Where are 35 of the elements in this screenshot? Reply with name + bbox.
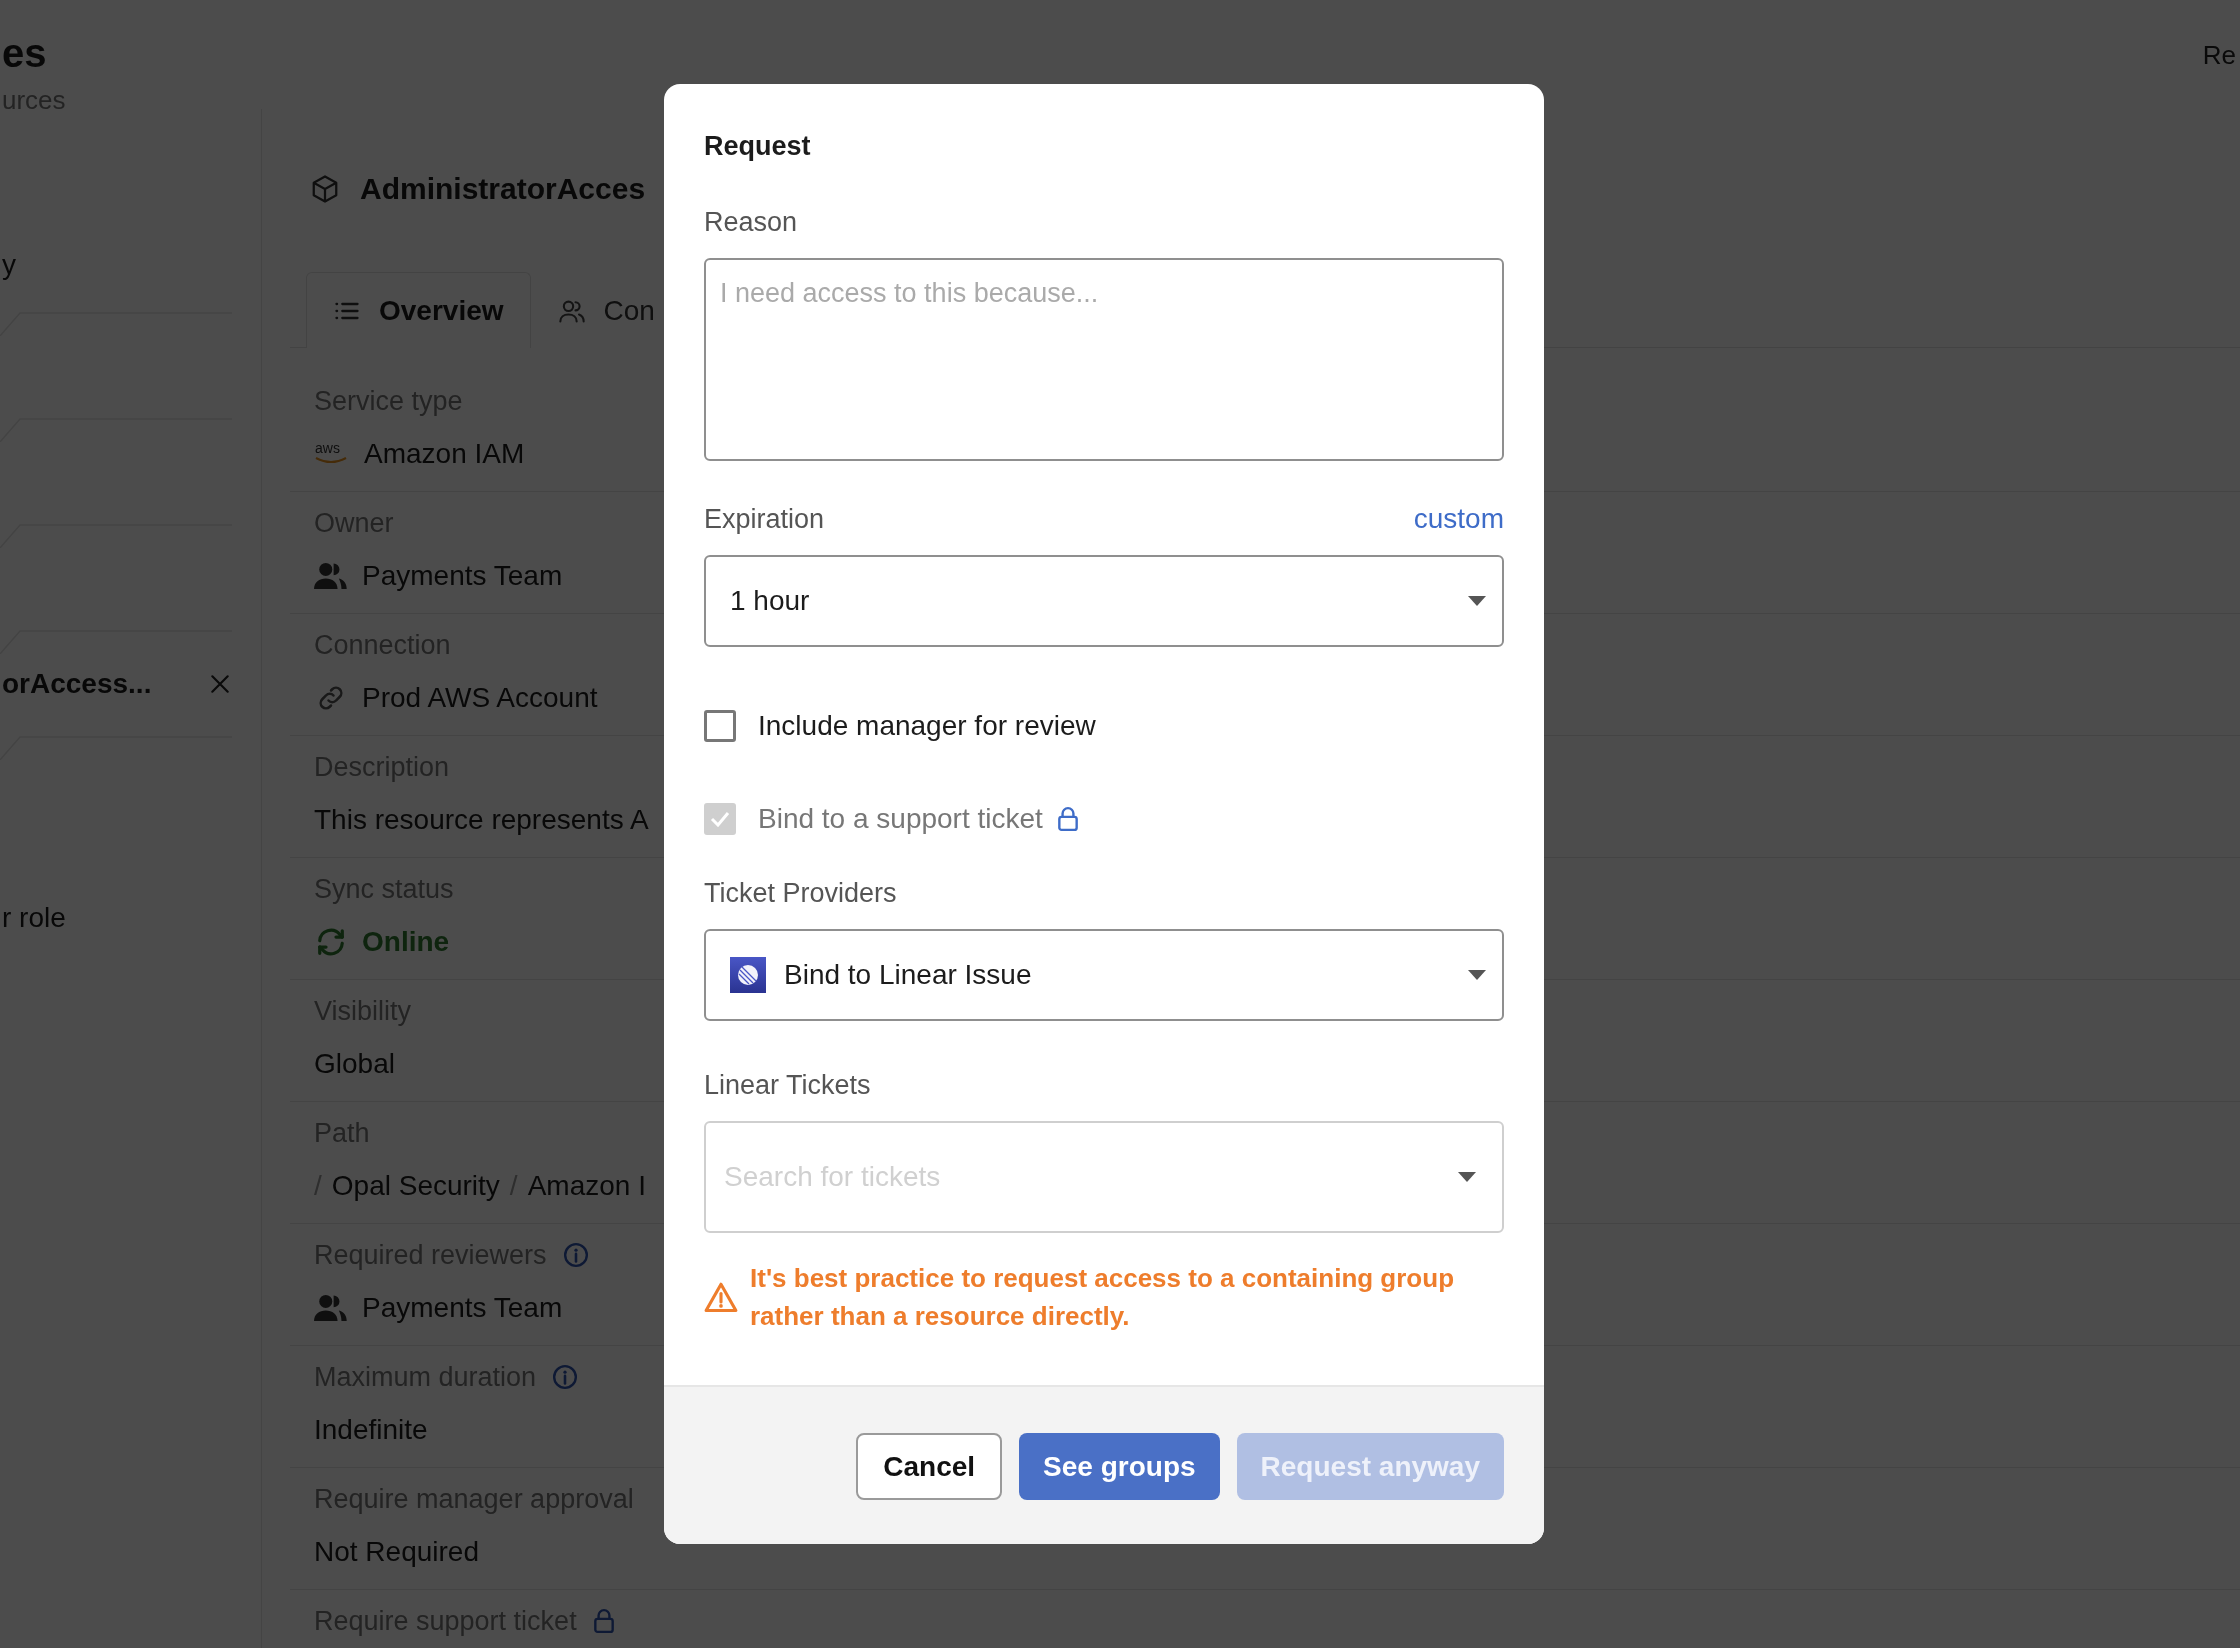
field-value: Payments Team <box>362 1292 563 1324</box>
page-title: es <box>2 30 47 77</box>
path-separator: / <box>509 1170 518 1202</box>
caret-down-icon <box>1458 1172 1476 1182</box>
expiration-dropdown[interactable]: 1 hour <box>704 555 1504 647</box>
provider-logo-icon <box>730 957 766 993</box>
field-label: Expiration <box>704 503 825 536</box>
field-value: Not Required <box>314 1536 479 1568</box>
warning-text: It's best practice to request access to a containing group rather than a resource directly. <box>750 1262 1456 1333</box>
ticket-provider-dropdown[interactable]: Bind to Linear Issue <box>704 929 1504 1021</box>
custom-link[interactable]: custom <box>1413 499 1504 539</box>
field-label: Linear Tickets <box>704 1069 872 1102</box>
field-label: Reason <box>704 206 799 239</box>
checkbox-label: Include manager for review <box>758 709 1096 742</box>
field-value: Amazon IAM <box>364 438 525 470</box>
field-value: This resource represents A <box>314 804 649 836</box>
field-value: Prod AWS Account <box>362 682 598 714</box>
checkmark-icon <box>710 810 730 827</box>
field-value: Indefinite <box>314 1414 428 1446</box>
path-separator: / <box>314 1170 322 1202</box>
caret-down-icon <box>1468 970 1486 980</box>
field-value: Global <box>314 1048 395 1080</box>
checkbox-label: Bind to a support ticket <box>758 802 1043 835</box>
caret-down-icon <box>1468 596 1486 606</box>
modal-title: Request <box>704 130 812 163</box>
cancel-button[interactable]: Cancel <box>856 1433 1003 1500</box>
reason-field[interactable]: I need access to this because... <box>704 258 1504 461</box>
checkbox[interactable] <box>704 709 736 742</box>
see-groups-button[interactable]: See groups <box>1019 1433 1220 1500</box>
resource-title: AdministratorAcces <box>360 172 646 206</box>
field-label: Ticket Providers <box>704 877 898 910</box>
status-text: Online <box>362 926 450 958</box>
header-text: Re <box>2202 40 2236 71</box>
warning-icon <box>704 1281 738 1313</box>
field-value: Payments Team <box>362 560 563 592</box>
